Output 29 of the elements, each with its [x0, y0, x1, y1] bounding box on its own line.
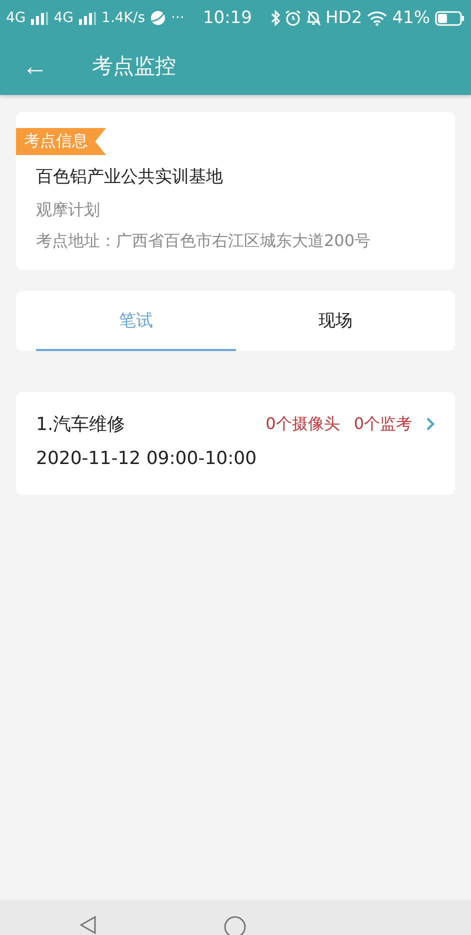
plan-label: 观摩计划 — [35, 200, 101, 221]
bluetooth-icon — [270, 10, 280, 26]
clock: 10:19 — [202, 8, 252, 28]
more-label: ··· — [171, 10, 184, 26]
signal-icon — [30, 12, 49, 24]
network-label: 4G — [6, 10, 26, 26]
site-name: 百色铝产业公共实训基地 — [35, 166, 224, 188]
alarm-icon — [284, 10, 301, 26]
wifi-icon — [367, 10, 388, 26]
battery-icon — [435, 10, 466, 26]
back-nav-button[interactable] — [78, 915, 98, 935]
page-title: 考点监控 — [92, 52, 176, 80]
ball-icon — [150, 10, 166, 26]
exam-time: 2020-11-12 09:00-10:00 — [36, 448, 258, 469]
signal-icon — [78, 12, 97, 24]
address-text: 考点地址：广西省百色市右江区城东大道200号 — [35, 231, 372, 252]
exam-title: 1.汽车维修 — [36, 413, 126, 436]
speed-label: 1.4K/s — [102, 10, 145, 26]
network-label: 4G — [54, 10, 74, 26]
status-label: 41% — [392, 8, 430, 28]
proctor-count: 0个监考 — [354, 414, 412, 434]
home-nav-button[interactable] — [223, 915, 247, 935]
camera-count: 0个摄像头 — [266, 414, 340, 434]
exam-card[interactable]: 1.汽车维修 0个摄像头 0个监考 2020-11-12 09:00-10:00 — [16, 392, 455, 495]
status-label: HD2 — [326, 8, 362, 28]
chevron-right-icon — [426, 417, 435, 431]
bell-off-icon — [306, 10, 321, 26]
info-tag: 考点信息 — [16, 128, 106, 155]
tab[interactable]: 现场 — [236, 291, 435, 351]
